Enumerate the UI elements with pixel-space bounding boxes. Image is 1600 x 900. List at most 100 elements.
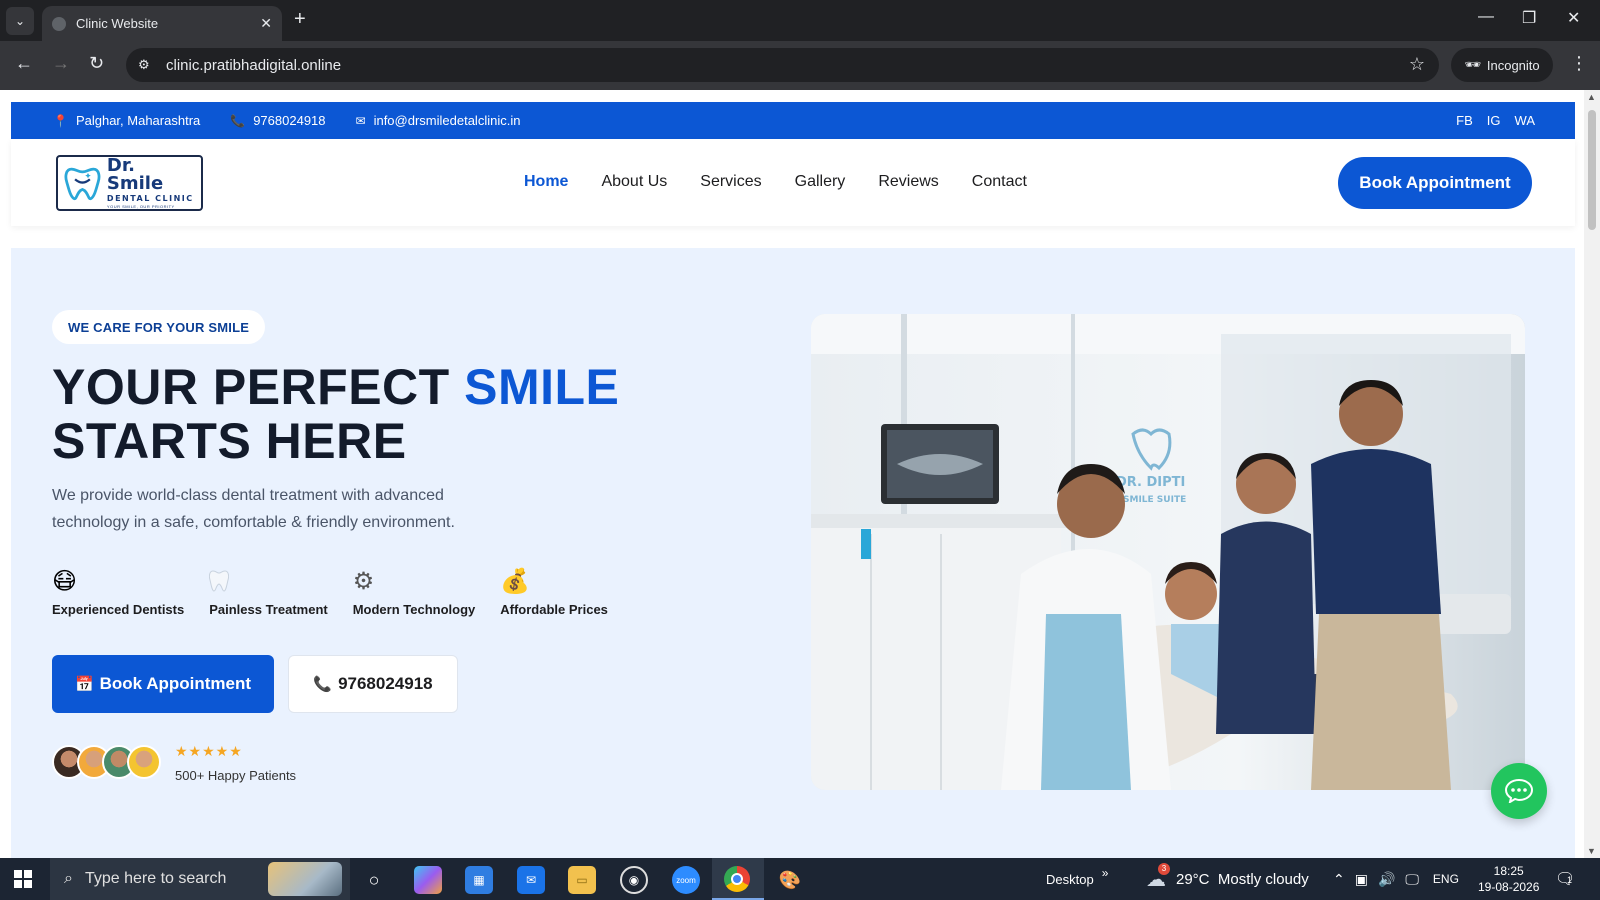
minimize-icon[interactable]: —: [1478, 8, 1494, 26]
calendar-icon: 📅: [74, 676, 94, 693]
windows-start-icon[interactable]: [14, 870, 32, 891]
desktop-toolbar-label[interactable]: Desktop »: [1046, 858, 1108, 900]
site-logo[interactable]: Dr. Smile DENTAL CLINIC YOUR SMILE, OUR …: [56, 155, 203, 211]
rating-stars: ★★★★★: [175, 743, 243, 759]
main-nav: Home About Us Services Gallery Reviews C…: [524, 173, 1027, 191]
file-explorer-icon[interactable]: ▭: [568, 866, 596, 894]
browser-tab[interactable]: Clinic Website ✕: [42, 6, 282, 41]
incognito-indicator[interactable]: 🕶 Incognito: [1451, 48, 1553, 82]
system-tray: ⌃ ▣ 🔊 🖵 ENG: [1333, 858, 1459, 900]
scroll-up-icon[interactable]: ▲: [1587, 92, 1596, 102]
headline-accent: SMILE: [464, 359, 620, 415]
weather-text: 29°C Mostly cloudy: [1176, 870, 1309, 888]
headline-part2: STARTS HERE: [52, 413, 407, 469]
nav-about-us[interactable]: About Us: [601, 173, 667, 191]
notification-center[interactable]: 🗨 1: [1555, 858, 1575, 900]
taskbar-search-placeholder: Type here to search: [84, 870, 227, 887]
page-scrollbar[interactable]: ▲ ▼: [1584, 90, 1600, 858]
clinic-photo-illustration: DR. DIPTI SMILE SUITE: [811, 314, 1525, 790]
hero-book-appointment-button[interactable]: 📅 Book Appointment: [52, 655, 274, 713]
header-book-appointment-button[interactable]: Book Appointment: [1338, 157, 1532, 209]
nav-reviews[interactable]: Reviews: [878, 173, 938, 191]
feature-label: Modern Technology: [352, 602, 476, 617]
nav-services[interactable]: Services: [700, 173, 761, 191]
zoom-icon[interactable]: zoom: [672, 866, 700, 894]
logo-name: Dr. Smile: [106, 155, 164, 194]
nav-contact[interactable]: Contact: [972, 173, 1027, 191]
desktop-label-text: Desktop: [1046, 871, 1094, 887]
store-icon[interactable]: ▦: [465, 866, 493, 894]
social-links: FB IG WA: [1456, 113, 1535, 128]
feature-label: Painless Treatment: [209, 602, 328, 617]
page-viewport: 📍 Palghar, Maharashtra 📞 9768024918 ✉ in…: [0, 90, 1600, 858]
task-view-icon[interactable]: ○: [360, 866, 388, 894]
copilot-icon[interactable]: [414, 866, 442, 894]
network-icon[interactable]: 🖵: [1405, 871, 1419, 888]
scroll-down-icon[interactable]: ▼: [1587, 846, 1596, 856]
chevron-up-icon[interactable]: ⌃: [1333, 871, 1345, 888]
topbar-phone[interactable]: 📞 9768024918: [230, 113, 325, 128]
feature-item: 😷 Experienced Dentists: [52, 564, 184, 618]
forward-icon[interactable]: →: [52, 53, 70, 74]
social-link-wa[interactable]: WA: [1515, 113, 1535, 128]
taskbar-search[interactable]: ⌕ Type here to search: [50, 858, 350, 900]
language-indicator[interactable]: ENG: [1433, 872, 1459, 886]
chrome-taskbar-active[interactable]: [712, 858, 764, 900]
scrollbar-thumb[interactable]: [1588, 110, 1596, 230]
tab-close-icon[interactable]: ✕: [260, 15, 272, 32]
tab-title: Clinic Website: [76, 16, 159, 31]
new-tab-button[interactable]: +: [294, 8, 306, 31]
contact-topbar: 📍 Palghar, Maharashtra 📞 9768024918 ✉ in…: [11, 102, 1575, 139]
phone-text: 9768024918: [253, 113, 326, 128]
search-icon: ⌕: [64, 870, 73, 887]
topbar-email[interactable]: ✉ info@drsmiledetalclinic.in: [356, 113, 521, 128]
social-link-ig[interactable]: IG: [1487, 113, 1501, 128]
mail-icon: ✉: [355, 113, 366, 128]
restore-icon[interactable]: ❐: [1522, 8, 1536, 28]
money-bag-icon: 💰: [500, 567, 531, 595]
location-pin-icon: 📍: [53, 113, 68, 128]
patient-avatars: [52, 745, 161, 779]
hero-headline: YOUR PERFECT SMILE STARTS HERE: [52, 360, 732, 468]
social-link-fb[interactable]: FB: [1456, 113, 1473, 128]
back-icon[interactable]: ←: [15, 53, 33, 74]
hero-call-button[interactable]: 📞 9768024918: [288, 655, 458, 713]
feature-label: Affordable Prices: [500, 602, 608, 617]
mask-face-icon: 😷: [52, 567, 78, 595]
windows-taskbar: ⌕ Type here to search ○ ▦ ✉ ▭ ◉ zoom 🎨 D…: [0, 858, 1600, 900]
clock-date: 19-08-2026: [1478, 880, 1540, 894]
meet-now-icon[interactable]: ▣: [1355, 871, 1368, 888]
feature-item: 💰 Affordable Prices: [500, 564, 608, 618]
clock[interactable]: 18:25 19-08-2026: [1478, 858, 1539, 900]
tab-search-button[interactable]: ⌄: [6, 7, 34, 35]
nav-home[interactable]: Home: [524, 173, 568, 191]
wall-sign-line2: SMILE SUITE: [1123, 495, 1186, 505]
clock-time: 18:25: [1493, 864, 1524, 878]
paint-icon[interactable]: 🎨: [776, 866, 804, 894]
hero-tagline-pill: WE CARE FOR YOUR SMILE: [52, 310, 266, 344]
url-text: clinic.pratibhadigital.online: [166, 56, 342, 74]
notification-icon: 🗨 1: [1555, 871, 1576, 888]
volume-icon[interactable]: 🔊: [1378, 871, 1395, 888]
window-close-icon[interactable]: ✕: [1567, 8, 1580, 28]
feature-item: Painless Treatment: [209, 564, 328, 617]
weather-badge: 3: [1158, 862, 1170, 875]
bookmark-star-icon[interactable]: ☆: [1409, 54, 1425, 75]
address-bar[interactable]: ⚙ clinic.pratibhadigital.online ☆: [126, 48, 1439, 82]
reload-icon[interactable]: ↻: [89, 53, 104, 74]
weather-widget[interactable]: ☁ 3 29°C Mostly cloudy: [1146, 858, 1309, 900]
browser-menu-icon[interactable]: ⋮: [1570, 53, 1588, 74]
chat-button[interactable]: [1491, 763, 1547, 819]
cloud-icon: ☁ 3: [1146, 862, 1170, 892]
hero-section: WE CARE FOR YOUR SMILE YOUR PERFECT SMIL…: [11, 248, 1575, 858]
nav-gallery[interactable]: Gallery: [795, 173, 846, 191]
chrome-icon: [724, 866, 750, 892]
outlook-icon[interactable]: ✉: [517, 866, 545, 894]
site-info-icon[interactable]: ⚙: [138, 57, 154, 73]
browser-tab-strip: ⌄ Clinic Website ✕ + — ❐ ✕: [0, 0, 1600, 41]
logo-subtitle: DENTAL CLINIC: [106, 194, 194, 203]
feature-item: ⚙ Modern Technology: [352, 564, 476, 618]
email-text: info@drsmiledetalclinic.in: [373, 113, 521, 128]
tooth-icon: [209, 564, 328, 598]
obs-icon[interactable]: ◉: [620, 866, 648, 894]
